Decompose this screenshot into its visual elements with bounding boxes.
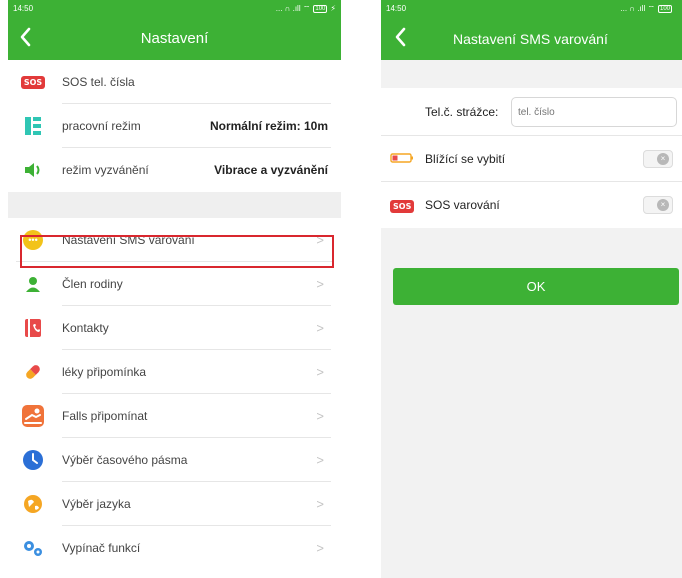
settings-item-label: Kontakty — [62, 321, 109, 335]
settings-item-medication[interactable]: léky připomínka > — [8, 350, 341, 394]
toggle-off-icon: × — [657, 199, 669, 211]
low-battery-alert-label: Blížící se vybití — [425, 152, 506, 166]
sos-icon: SOS — [390, 196, 415, 214]
page-title: Nastavení — [140, 30, 209, 47]
settings-item-label: Výběr jazyka — [62, 497, 131, 511]
selection-highlight — [20, 235, 334, 268]
toggle-off-icon: × — [657, 153, 669, 165]
section-gap — [8, 192, 341, 218]
family-member-icon — [22, 273, 44, 295]
settings-item-function-switch[interactable]: Vypínač funkcí > — [8, 526, 341, 570]
app-bar: Nastavení SMS varování — [381, 17, 682, 60]
status-time: 14:50 — [386, 4, 407, 13]
sms-alert-settings-screen: 14:50 ... ∩ .ıll ⌔ 100 Nastavení SMS var… — [381, 0, 682, 578]
settings-item-label: Vypínač funkcí — [62, 541, 141, 555]
speaker-icon — [22, 159, 44, 181]
low-battery-alert-toggle[interactable]: × — [643, 150, 673, 168]
status-bar: 14:50 ... ∩ .ıll ⌔ 100 — [381, 0, 682, 17]
settings-item-label: Falls připomínat — [62, 409, 148, 423]
back-arrow-icon[interactable] — [16, 25, 36, 49]
fall-icon — [22, 405, 44, 427]
status-icons: ... ∩ .ıll ⌔ 100 ⚡ — [276, 4, 336, 14]
settings-item-label: léky připomínka — [62, 365, 147, 379]
settings-item-language[interactable]: Výběr jazyka > — [8, 482, 341, 526]
sms-alert-form: Tel.č. strážce: Blížící se vybití × SOS … — [381, 88, 682, 228]
page-title: Nastavení SMS varování — [453, 30, 608, 47]
settings-item-falls[interactable]: Falls připomínat > — [8, 394, 341, 438]
ring-mode-value: Vibrace a vyzvánění — [214, 163, 328, 177]
signal-icons: ... ∩ .ıll ⌔ — [275, 3, 311, 13]
chevron-right-icon: > — [316, 276, 324, 292]
globe-icon — [22, 493, 44, 515]
status-bar: 14:50 ... ∩ .ıll ⌔ 100 ⚡ — [8, 0, 341, 17]
guardian-phone-row: Tel.č. strážce: — [381, 88, 682, 136]
chevron-right-icon: > — [316, 452, 324, 468]
battery-icon: 100 — [657, 4, 672, 13]
settings-item-time-zone[interactable]: Výběr časového pásma > — [8, 438, 341, 482]
status-time: 14:50 — [13, 4, 34, 13]
settings-item-label: SOS tel. čísla — [62, 75, 135, 89]
settings-item-label: Člen rodiny — [62, 277, 123, 291]
chevron-right-icon: > — [316, 496, 324, 512]
top-spacer — [381, 60, 682, 88]
guardian-phone-label: Tel.č. strážce: — [425, 105, 499, 119]
settings-item-ring-mode[interactable]: režim vyzvánění Vibrace a vyzvánění — [8, 148, 341, 192]
low-battery-icon — [390, 150, 414, 168]
chevron-right-icon: > — [316, 408, 324, 424]
charging-icon: ⚡ — [330, 4, 336, 13]
pill-icon — [22, 361, 44, 383]
chevron-right-icon: > — [316, 320, 324, 336]
clock-icon — [22, 449, 44, 471]
function-switch-icon — [22, 537, 44, 559]
sos-icon: SOS — [20, 71, 46, 93]
sos-alert-toggle[interactable]: × — [643, 196, 673, 214]
signal-icons: ... ∩ .ıll ⌔ — [620, 3, 655, 13]
back-arrow-icon[interactable] — [391, 25, 411, 49]
sos-alert-label: SOS varování — [425, 198, 500, 212]
status-icons: ... ∩ .ıll ⌔ 100 — [620, 4, 672, 14]
chevron-right-icon: > — [316, 540, 324, 556]
settings-item-work-mode[interactable]: pracovní režim Normální režim: 10m — [8, 104, 341, 148]
contacts-icon — [22, 317, 44, 339]
low-battery-alert-row: Blížící se vybití × — [381, 136, 682, 182]
settings-item-label: Výběr časového pásma — [62, 453, 188, 467]
ok-button[interactable]: OK — [393, 268, 679, 305]
settings-item-label: pracovní režim — [62, 119, 141, 133]
settings-item-label: režim vyzvánění — [62, 163, 149, 177]
guardian-phone-input[interactable] — [511, 97, 677, 127]
battery-icon: 100 — [313, 4, 328, 13]
settings-item-contacts[interactable]: Kontakty > — [8, 306, 341, 350]
settings-screen: 14:50 ... ∩ .ıll ⌔ 100 ⚡ Nastavení SOS S… — [8, 0, 341, 578]
app-bar: Nastavení — [8, 17, 341, 60]
work-mode-icon — [22, 115, 44, 137]
sos-alert-row: SOS SOS varování × — [381, 182, 682, 228]
chevron-right-icon: > — [316, 364, 324, 380]
settings-item-family-member[interactable]: Člen rodiny > — [8, 262, 341, 306]
settings-item-sos-numbers[interactable]: SOS SOS tel. čísla — [8, 60, 341, 104]
work-mode-value: Normální režim: 10m — [209, 119, 328, 133]
